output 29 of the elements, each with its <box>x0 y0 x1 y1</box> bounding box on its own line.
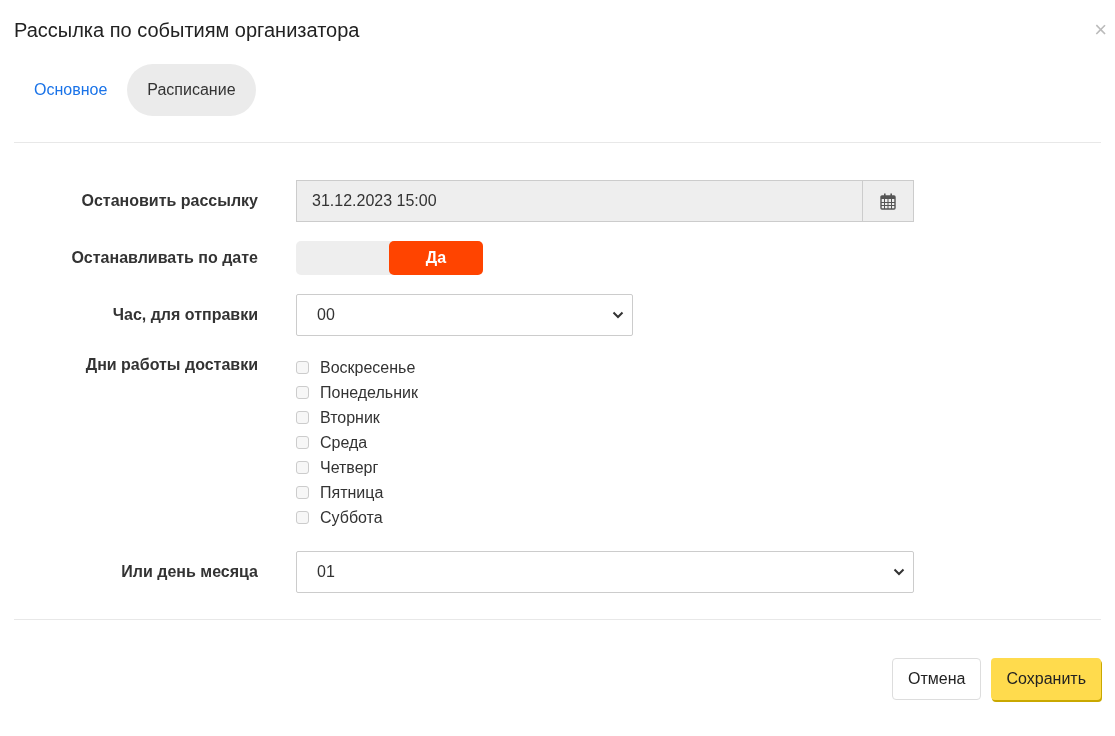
chevron-down-icon <box>893 568 905 576</box>
cancel-button[interactable]: Отмена <box>892 658 982 700</box>
checkbox[interactable] <box>296 436 309 449</box>
checkbox[interactable] <box>296 386 309 399</box>
field-label: Дни работы доставки <box>84 355 259 374</box>
checkbox-label: Четверг <box>320 458 379 477</box>
chevron-down-icon <box>612 311 624 319</box>
checkbox[interactable] <box>296 511 309 524</box>
checkbox[interactable] <box>296 486 309 499</box>
checkbox-label: Суббота <box>320 508 383 527</box>
field-label: Час, для отправки <box>111 306 259 324</box>
checkbox-label: Вторник <box>320 408 380 427</box>
checkbox[interactable] <box>296 411 309 424</box>
checkbox-label: Среда <box>320 433 368 452</box>
checkbox[interactable] <box>296 461 309 474</box>
checkbox-label: Пятница <box>320 483 384 502</box>
save-button[interactable]: Сохранить <box>991 658 1101 700</box>
checkbox-label: Воскресенье <box>320 358 416 377</box>
calendar-icon <box>880 192 896 210</box>
field-label: Остановить рассылку <box>80 192 259 210</box>
checkbox[interactable] <box>296 361 309 374</box>
dialog-title: Рассылка по событиям организатора <box>14 18 360 42</box>
select-field[interactable]: 00 <box>296 294 633 336</box>
checkbox-label: Понедельник <box>320 383 418 402</box>
field-label: Останавливать по дате <box>70 249 259 267</box>
select-field[interactable]: 01 <box>296 551 914 593</box>
tab[interactable]: Расписание <box>127 64 256 116</box>
field-label: Или день месяца <box>120 563 259 581</box>
tab[interactable]: Основное <box>14 64 128 116</box>
